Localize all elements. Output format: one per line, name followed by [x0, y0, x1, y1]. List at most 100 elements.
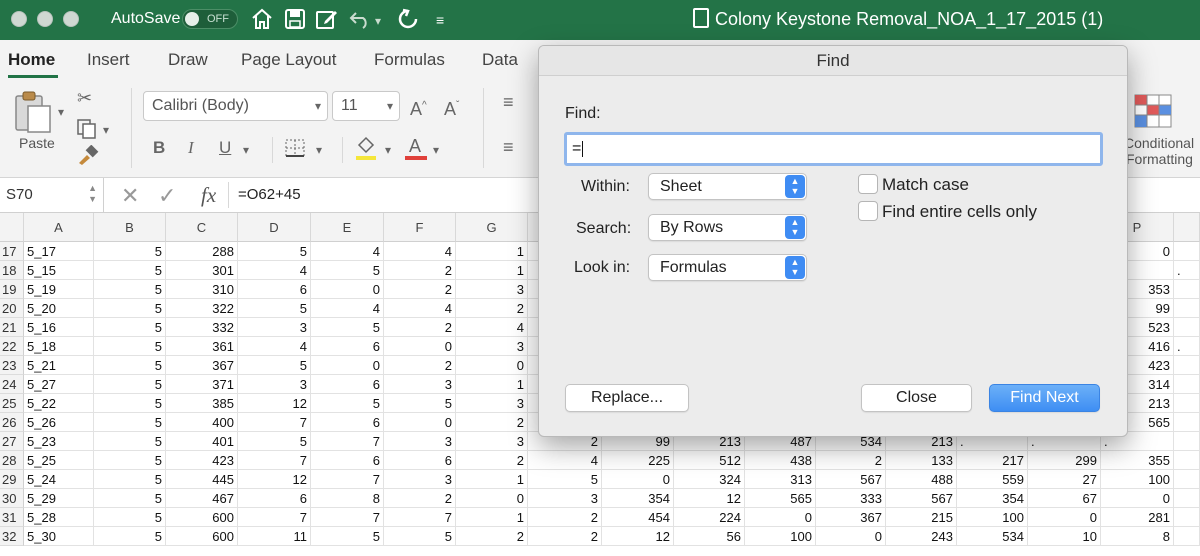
cell[interactable]: 438 — [745, 451, 816, 470]
undo-dropdown-icon[interactable]: ▾ — [375, 10, 381, 32]
row-header[interactable]: 32 — [0, 527, 24, 546]
cell[interactable]: 100 — [957, 508, 1028, 527]
cell[interactable]: 5 — [94, 394, 166, 413]
cell[interactable]: 224 — [674, 508, 745, 527]
column-header[interactable]: G — [456, 213, 528, 242]
cell[interactable]: 5 — [528, 470, 602, 489]
cell[interactable]: 322 — [166, 299, 238, 318]
cell[interactable]: 2 — [384, 356, 456, 375]
cell[interactable]: 5 — [94, 508, 166, 527]
cell[interactable]: 5 — [94, 375, 166, 394]
cell[interactable]: 5_26 — [24, 413, 94, 432]
cell[interactable]: 7 — [238, 508, 311, 527]
cell[interactable]: 423 — [166, 451, 238, 470]
enter-icon[interactable]: ✓ — [158, 183, 176, 209]
cell[interactable]: 6 — [311, 413, 384, 432]
undo-icon[interactable] — [349, 8, 371, 30]
cell[interactable]: 4 — [238, 337, 311, 356]
cancel-icon[interactable]: ✕ — [121, 183, 139, 209]
column-header[interactable]: C — [166, 213, 238, 242]
cell[interactable]: 1 — [456, 470, 528, 489]
cell[interactable]: 5 — [94, 261, 166, 280]
cell[interactable]: 3 — [238, 318, 311, 337]
cell[interactable]: 0 — [311, 280, 384, 299]
cell[interactable]: 0 — [602, 470, 674, 489]
cell[interactable]: 454 — [602, 508, 674, 527]
cell[interactable] — [1174, 508, 1200, 527]
minimize-window-button[interactable] — [37, 11, 53, 27]
entire-cells-checkbox[interactable] — [858, 201, 878, 221]
close-window-button[interactable] — [11, 11, 27, 27]
function-icon[interactable]: fx — [201, 183, 216, 208]
replace-button[interactable]: Replace... — [565, 384, 689, 412]
cell[interactable]: 5_15 — [24, 261, 94, 280]
cell[interactable]: 3 — [384, 470, 456, 489]
cell[interactable]: 5_20 — [24, 299, 94, 318]
cell[interactable]: 0 — [1028, 508, 1101, 527]
cell[interactable]: 354 — [957, 489, 1028, 508]
cell[interactable]: 12 — [238, 394, 311, 413]
cell[interactable]: 2 — [816, 451, 886, 470]
paste-dropdown-icon[interactable]: ▾ — [58, 102, 64, 122]
cell[interactable]: 3 — [528, 489, 602, 508]
cell[interactable]: 67 — [1028, 489, 1101, 508]
cell[interactable]: 7 — [311, 508, 384, 527]
row-header[interactable]: 25 — [0, 394, 24, 413]
match-case-checkbox[interactable] — [858, 174, 878, 194]
cell[interactable]: 243 — [886, 527, 957, 546]
cell[interactable]: 0 — [745, 508, 816, 527]
cell[interactable]: 361 — [166, 337, 238, 356]
cell[interactable]: 3 — [456, 432, 528, 451]
cell[interactable]: 6 — [238, 280, 311, 299]
cell[interactable]: 5 — [238, 299, 311, 318]
row-header[interactable]: 29 — [0, 470, 24, 489]
column-header[interactable]: A — [24, 213, 94, 242]
cell[interactable] — [1174, 356, 1200, 375]
row-header[interactable]: 26 — [0, 413, 24, 432]
cell[interactable]: 5 — [238, 356, 311, 375]
cell[interactable]: . — [1174, 337, 1200, 356]
font-color-dropdown-icon[interactable]: ▾ — [433, 140, 439, 160]
cell[interactable]: 0 — [456, 489, 528, 508]
cell[interactable]: 1 — [456, 375, 528, 394]
cell[interactable]: 5 — [94, 451, 166, 470]
cell[interactable]: 12 — [674, 489, 745, 508]
format-painter-icon[interactable] — [77, 145, 99, 165]
cell[interactable]: 2 — [528, 508, 602, 527]
cell[interactable]: 6 — [311, 337, 384, 356]
cut-icon[interactable]: ✂ — [77, 88, 92, 108]
italic-button[interactable]: I — [188, 138, 194, 158]
column-header[interactable]: E — [311, 213, 384, 242]
cell[interactable]: 4 — [311, 242, 384, 261]
row-header[interactable]: 28 — [0, 451, 24, 470]
cell[interactable]: 559 — [957, 470, 1028, 489]
cell[interactable]: 2 — [456, 527, 528, 546]
cell[interactable]: 534 — [957, 527, 1028, 546]
cell[interactable]: 5 — [238, 242, 311, 261]
cell[interactable]: 5 — [94, 318, 166, 337]
cell[interactable]: 467 — [166, 489, 238, 508]
cell[interactable]: 12 — [602, 527, 674, 546]
cell[interactable]: 313 — [745, 470, 816, 489]
cell[interactable]: 367 — [166, 356, 238, 375]
column-header[interactable]: F — [384, 213, 456, 242]
cell[interactable]: 4 — [384, 299, 456, 318]
cell[interactable] — [1174, 394, 1200, 413]
bold-button[interactable]: B — [153, 138, 165, 158]
cell[interactable]: 3 — [384, 432, 456, 451]
find-next-button[interactable]: Find Next — [989, 384, 1100, 412]
cell[interactable]: 5 — [311, 394, 384, 413]
cell[interactable]: 1 — [456, 508, 528, 527]
cell[interactable]: 299 — [1028, 451, 1101, 470]
cell[interactable]: 0 — [384, 337, 456, 356]
underline-button[interactable]: U — [219, 138, 231, 158]
cell[interactable]: 0 — [1101, 489, 1174, 508]
increase-font-size-icon[interactable]: A^ — [410, 96, 427, 119]
cell[interactable]: 5 — [94, 356, 166, 375]
cell[interactable] — [1174, 318, 1200, 337]
cell[interactable]: 56 — [674, 527, 745, 546]
cell[interactable] — [1174, 432, 1200, 451]
cell[interactable]: 565 — [745, 489, 816, 508]
cell[interactable]: 225 — [602, 451, 674, 470]
home-icon[interactable] — [250, 7, 274, 31]
